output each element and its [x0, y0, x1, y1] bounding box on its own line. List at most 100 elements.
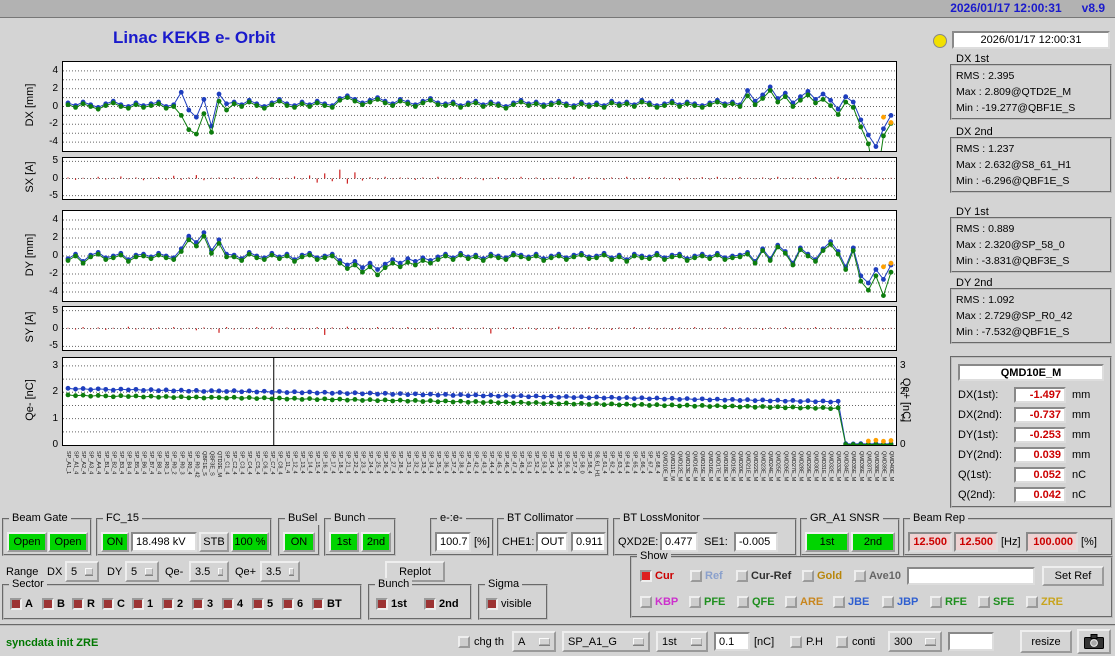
tick-label: -5 — [49, 340, 58, 352]
x-axis-label: SP_33_4 — [420, 451, 426, 474]
sector-bt-checkbox[interactable] — [312, 598, 324, 610]
stat-rms: RMS : 0.889 — [956, 223, 1015, 235]
range-qe-minus-select[interactable]: 3.5 — [189, 561, 229, 582]
device-option-select[interactable]: SP_A1_G — [562, 631, 650, 652]
gr-snsr-2nd-button[interactable]: 2nd — [851, 532, 895, 552]
sector-a-checkbox[interactable] — [10, 598, 22, 610]
beam-rep-percent-unit: [%] — [1081, 536, 1097, 548]
beam-rep-hz-unit: [Hz] — [1001, 536, 1021, 548]
x-axis-label: SP_C3_4 — [239, 451, 245, 475]
show-gold-checkbox[interactable] — [802, 570, 814, 582]
bunch-group: Bunch 1st 2nd — [324, 512, 396, 556]
x-axis-label: QMD26E_M — [782, 451, 788, 482]
sector-b-checkbox[interactable] — [42, 598, 54, 610]
x-axis-label: QTD2E_M — [216, 451, 222, 477]
show-ave10-checkbox[interactable] — [854, 570, 866, 582]
beam-gate-open-button-2[interactable]: Open — [48, 532, 88, 552]
x-axis-label: SP_45_4 — [495, 451, 501, 474]
show-rfe-checkbox[interactable] — [930, 596, 942, 608]
x-axis-label: QMD12E_M — [677, 451, 683, 482]
fc15-stb-button[interactable]: STB — [199, 532, 229, 552]
bunch-1st-checkbox[interactable] — [376, 598, 388, 610]
bunch-1st-label: 1st — [391, 598, 407, 610]
range-qe-plus-select[interactable]: 3.5 — [260, 561, 300, 582]
sector-6-checkbox[interactable] — [282, 598, 294, 610]
chg-th-label: chg th — [474, 636, 504, 648]
interval-select[interactable]: 300 — [888, 631, 942, 652]
x-axis-label: SP_46_4 — [503, 451, 509, 474]
ph-checkbox[interactable] — [790, 636, 802, 648]
resize-button[interactable]: resize — [1020, 630, 1072, 653]
bunch-2nd-button[interactable]: 2nd — [361, 532, 391, 552]
tick-label: 0 — [52, 172, 58, 184]
show-ref-label: Ref — [705, 570, 723, 582]
monitor-row-unit: nC — [1072, 489, 1087, 501]
show-are-checkbox[interactable] — [785, 596, 797, 608]
bunch-option-select[interactable]: 1st — [656, 631, 708, 652]
x-axis-label: SP_28_4 — [397, 451, 403, 474]
x-axis-label: SP_24_4 — [367, 451, 373, 474]
gr-snsr-1st-button[interactable]: 1st — [805, 532, 849, 552]
x-axis-label: QMD29E_M — [805, 451, 811, 482]
x-axis-label: SP_B3_4 — [118, 451, 124, 474]
sector-2-checkbox[interactable] — [162, 598, 174, 610]
threshold-field[interactable]: 0.1 — [714, 632, 750, 651]
show-pfe-label: PFE — [704, 596, 726, 608]
x-axis-label: SP_21_4 — [344, 451, 350, 474]
range-qe-minus-label: Qe- — [165, 566, 184, 578]
tick-label: 3 — [52, 359, 58, 371]
busel-on-button[interactable]: ON — [283, 532, 315, 552]
fc15-on-button[interactable]: ON — [101, 532, 129, 552]
sector-option-select[interactable]: A — [512, 631, 556, 652]
show-jbp-checkbox[interactable] — [882, 596, 894, 608]
x-axis-label: SP_41_4 — [465, 451, 471, 474]
show-kbp-checkbox[interactable] — [640, 596, 652, 608]
show-qfe-checkbox[interactable] — [737, 596, 749, 608]
show-pfe-checkbox[interactable] — [689, 596, 701, 608]
show-cur-checkbox[interactable] — [640, 570, 652, 582]
ref-name-input[interactable] — [907, 567, 1035, 585]
range-dx-select[interactable]: 5 — [65, 561, 99, 582]
beam-gate-open-button-1[interactable]: Open — [7, 532, 47, 552]
sector-r-checkbox[interactable] — [72, 598, 84, 610]
show-jbe-label: JBE — [848, 596, 870, 608]
sector-1-checkbox[interactable] — [132, 598, 144, 610]
stat-box-dy1: RMS : 0.889 Max : 2.320@SP_58_0 Min : -3… — [950, 217, 1112, 273]
sigma-visible-checkbox[interactable] — [486, 598, 498, 610]
monitor-name: QMD10E_M — [958, 364, 1104, 381]
stat-min: Min : -6.296@QBF1E_S — [956, 175, 1070, 187]
chg-th-checkbox[interactable] — [458, 636, 470, 648]
bunch-1st-button[interactable]: 1st — [329, 532, 359, 552]
stat-box-dx1: RMS : 2.395 Max : 2.809@QTD2E_M Min : -1… — [950, 64, 1112, 120]
range-dy-select[interactable]: 5 — [125, 561, 159, 582]
show-sfe-checkbox[interactable] — [978, 596, 990, 608]
fc15-percent-button[interactable]: 100 % — [231, 532, 269, 552]
sector-5-checkbox[interactable] — [252, 598, 264, 610]
sector-c-checkbox[interactable] — [102, 598, 114, 610]
x-axis-label: QMD19E_M — [729, 451, 735, 482]
show-jbp-label: JBP — [897, 596, 919, 608]
sector-4-label: 4 — [237, 598, 244, 610]
x-axis-label: SP_63_4 — [616, 451, 622, 474]
sector-4-checkbox[interactable] — [222, 598, 234, 610]
monitor-row-label: Q(2nd): — [958, 489, 996, 501]
sector-3-checkbox[interactable] — [192, 598, 204, 610]
x-axis-label: SP_44_4 — [488, 451, 494, 474]
x-axis-label: SP_55_4 — [556, 451, 562, 474]
x-axis-label: SP_35_4 — [435, 451, 441, 474]
screenshot-button[interactable] — [1077, 629, 1111, 654]
show-ref-checkbox[interactable] — [690, 570, 702, 582]
conti-checkbox[interactable] — [836, 636, 848, 648]
extra-field[interactable] — [948, 632, 994, 651]
x-axis-label: SP_26_4 — [382, 451, 388, 474]
fc15-group: FC_15 ON 18.498 kV STB 100 % — [96, 512, 272, 556]
show-cur-ref-checkbox[interactable] — [736, 570, 748, 582]
bunch-2nd-checkbox[interactable] — [424, 598, 436, 610]
show-jbe-checkbox[interactable] — [833, 596, 845, 608]
stat-max: Max : 2.729@SP_R0_42 — [956, 310, 1073, 322]
sector-5-label: 5 — [267, 598, 274, 610]
show-zre-checkbox[interactable] — [1026, 596, 1038, 608]
x-axis-label: SP_R0_1 — [163, 451, 169, 475]
monitor-row-value: -1.497 — [1014, 387, 1066, 403]
set-ref-button[interactable]: Set Ref — [1042, 566, 1104, 586]
